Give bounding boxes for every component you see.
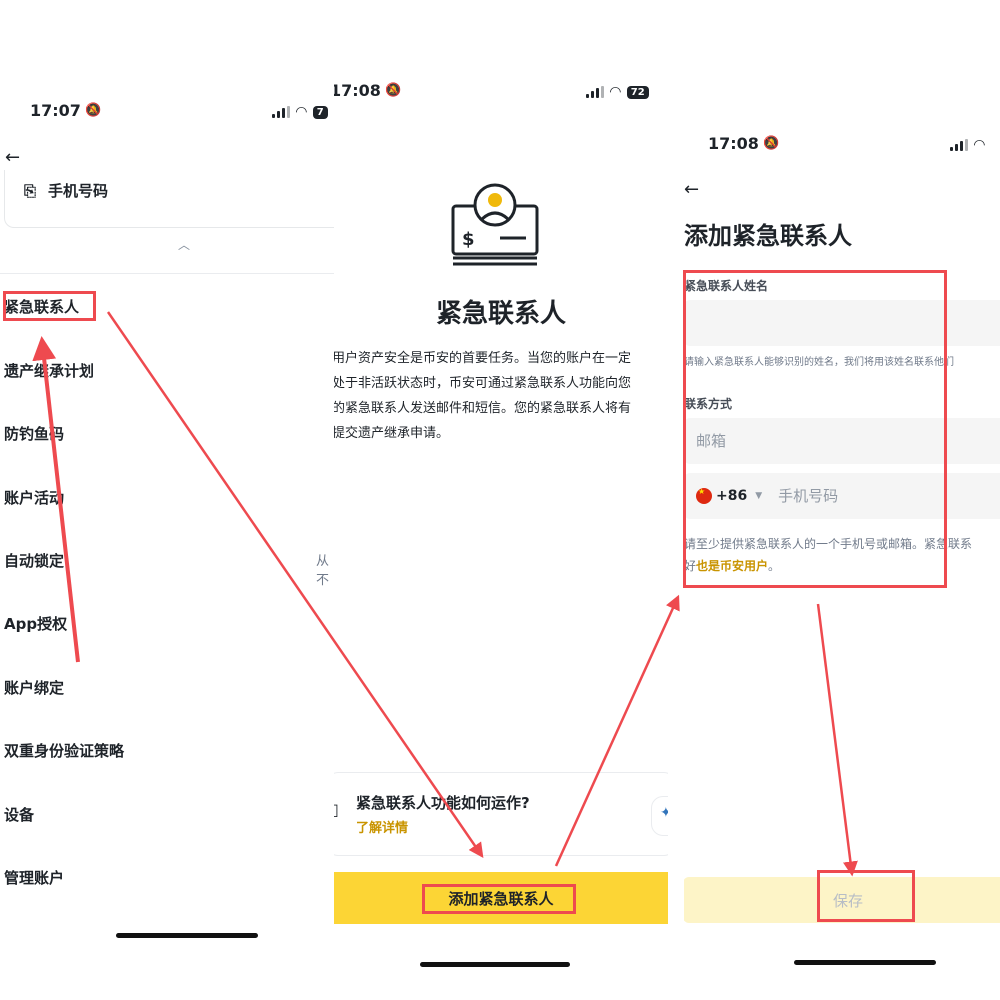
description: 用户资产安全是币安的首要任务。当您的账户在一定 处于非活跃状态时，币安可通过紧急… bbox=[334, 346, 668, 446]
menu-item-anti-phishing-code[interactable]: 防钓鱼码 bbox=[4, 423, 64, 444]
status-bar: 17:08 🔕 bbox=[708, 134, 779, 153]
phone-icon: ⎘ bbox=[24, 181, 37, 200]
signal-icon bbox=[950, 139, 968, 151]
back-arrow-icon[interactable]: ← bbox=[5, 147, 20, 168]
status-time: 17:08 bbox=[334, 81, 381, 100]
emergency-contact-intro-panel: 17:08 🔕 ◠ 72 $ 紧急联系人 用户资产安全是币安的首要任务。当您的账… bbox=[334, 0, 668, 1000]
how-it-works-title: 紧急联系人功能如何运作? bbox=[356, 794, 530, 812]
status-icons: ◠ 7 bbox=[272, 104, 328, 120]
highlight-box-save-button bbox=[817, 870, 915, 922]
page-title: 紧急联系人 bbox=[435, 299, 566, 329]
menu-item-auto-lock[interactable]: 自动锁定 bbox=[4, 550, 64, 571]
hero-dollar-sign: $ bbox=[462, 229, 475, 250]
highlight-box-form bbox=[683, 270, 947, 588]
divider bbox=[0, 273, 334, 274]
phone-number-item[interactable]: ⎘ 手机号码 bbox=[24, 180, 108, 201]
home-indicator bbox=[420, 962, 570, 967]
signal-icon bbox=[272, 106, 290, 118]
menu-item-account-activity[interactable]: 账户活动 bbox=[4, 487, 64, 508]
contact-card-icon: $ bbox=[451, 183, 539, 266]
menu-item-app-authorization[interactable]: App授权 bbox=[4, 613, 67, 634]
status-icons: ◠ bbox=[950, 137, 985, 153]
settings-panel: 17:07 🔕 ◠ 7 ← ⎘ 手机号码 ︿ 紧急联系人 遗产继承计划 防钓鱼码… bbox=[0, 0, 334, 1000]
menu-item-devices[interactable]: 设备 bbox=[4, 804, 34, 825]
highlight-box-add-button bbox=[422, 884, 576, 914]
wifi-icon: ◠ bbox=[296, 104, 307, 120]
status-bar: 17:08 🔕 bbox=[334, 81, 401, 100]
status-time: 17:07 bbox=[30, 101, 81, 120]
home-indicator bbox=[116, 933, 258, 938]
phone-number-label: 手机号码 bbox=[48, 182, 109, 200]
description-line: 处于非活跃状态时，币安可通过紧急联系人功能向您 bbox=[334, 376, 632, 391]
menu-item-inheritance-plan[interactable]: 遗产继承计划 bbox=[4, 360, 94, 381]
status-icons: ◠ 72 bbox=[586, 84, 649, 100]
wifi-icon: ◠ bbox=[610, 84, 621, 100]
description-line: 用户资产安全是币安的首要任务。当您的账户在一定 bbox=[334, 351, 632, 366]
muted-bell-icon: 🔕 bbox=[384, 83, 402, 98]
status-time: 17:08 bbox=[708, 134, 759, 153]
highlight-box-emergency-contact bbox=[3, 291, 96, 321]
description-line: 提交遗产继承申请。 bbox=[334, 426, 450, 441]
status-bar: 17:07 🔕 bbox=[30, 101, 101, 120]
muted-bell-icon: 🔕 bbox=[762, 136, 780, 151]
home-indicator bbox=[794, 960, 936, 965]
muted-bell-icon: 🔕 bbox=[84, 103, 102, 118]
menu-item-manage-account[interactable]: 管理账户 bbox=[4, 867, 64, 888]
chevron-up-icon[interactable]: ︿ bbox=[178, 236, 190, 253]
battery-icon: 7 bbox=[312, 105, 328, 119]
back-arrow-icon[interactable]: ← bbox=[684, 179, 699, 200]
description-line: 的紧急联系人发送邮件和短信。您的紧急联系人将有 bbox=[334, 401, 632, 416]
menu-item-2fa-policy[interactable]: 双重身份验证策略 bbox=[4, 740, 124, 761]
document-icon: ▯ bbox=[334, 800, 339, 819]
page-title: 添加紧急联系人 bbox=[684, 222, 852, 250]
wifi-icon: ◠ bbox=[974, 137, 985, 153]
how-it-works-card[interactable] bbox=[334, 772, 668, 856]
menu-item-account-binding[interactable]: 账户绑定 bbox=[4, 677, 64, 698]
learn-more-link[interactable]: 了解详情 bbox=[356, 817, 408, 836]
battery-icon: 72 bbox=[626, 85, 649, 99]
signal-icon bbox=[586, 86, 604, 98]
sparkle-assistant-icon[interactable]: ✦ bbox=[651, 796, 668, 836]
auto-lock-value: 从不 bbox=[316, 554, 330, 588]
